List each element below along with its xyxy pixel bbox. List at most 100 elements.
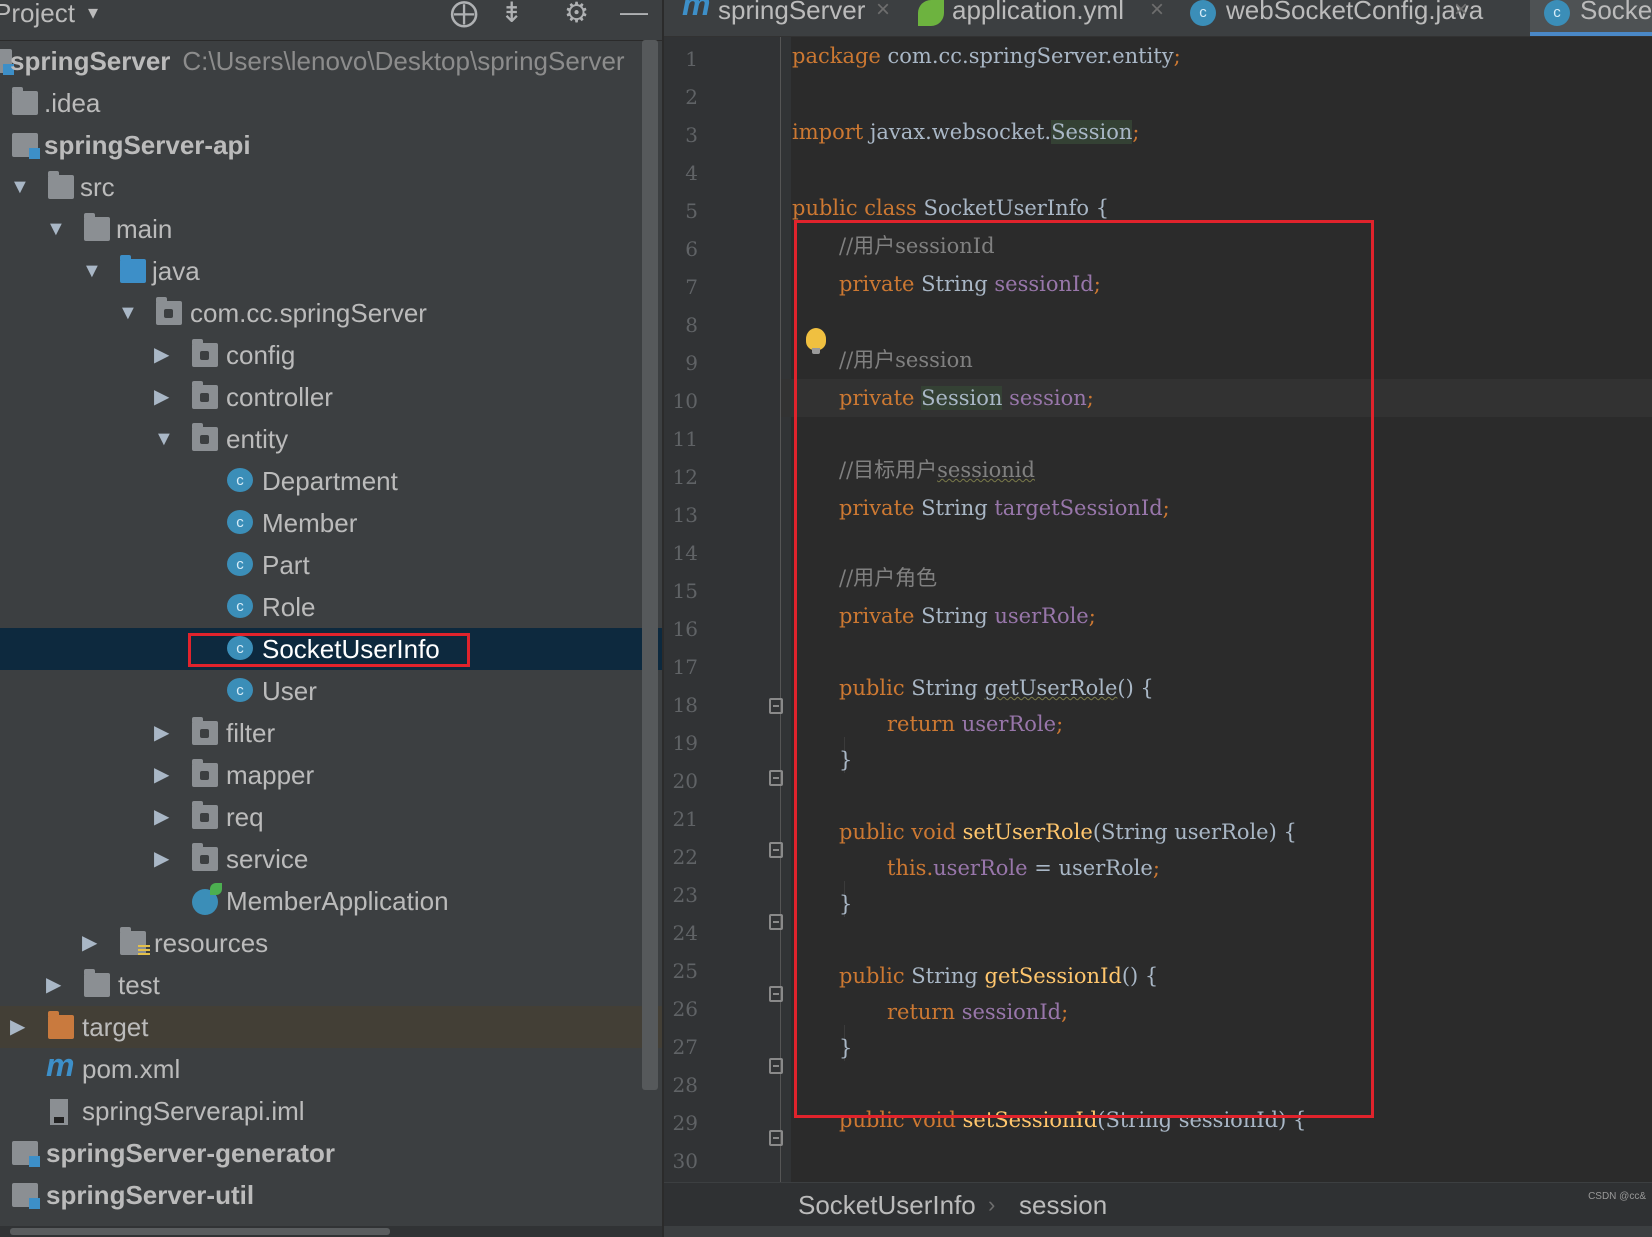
tab-application-yml[interactable]: application.yml × (904, 0, 1168, 36)
expanded-arrow-icon[interactable]: ▼ (46, 208, 66, 250)
tree-node-main[interactable]: ▼ main (0, 208, 662, 250)
tree-node-service[interactable]: ▶ service (0, 838, 662, 880)
collapsed-arrow-icon[interactable]: ▶ (154, 796, 169, 838)
tree-node-label: springServer-util (46, 1174, 254, 1216)
collapse-all-icon[interactable]: ⇟ (500, 0, 523, 29)
line-number: 13 (664, 496, 698, 534)
close-icon[interactable]: × (1150, 0, 1164, 22)
line-number: 7 (664, 268, 698, 306)
line-number: 21 (664, 800, 698, 838)
expanded-arrow-icon[interactable]: ▼ (10, 166, 30, 208)
project-panel-header: Project ▾ ⨁ ⇟ ⚙ — (0, 0, 662, 41)
collapsed-arrow-icon[interactable]: ▶ (154, 838, 169, 880)
hide-panel-icon[interactable]: — (620, 0, 648, 28)
tree-node-java[interactable]: ▼ java (0, 250, 662, 292)
code-line-1: package com.cc.springServer.entity; (792, 37, 1181, 75)
fold-marker-icon[interactable] (769, 770, 783, 786)
close-icon[interactable]: × (876, 0, 890, 22)
tree-node-test[interactable]: ▶ test (0, 964, 662, 1006)
tree-node-package-root[interactable]: ▼ com.cc.springServer (0, 292, 662, 334)
tree-node-label: springServer-api (44, 124, 251, 166)
line-number: 15 (664, 572, 698, 610)
project-vertical-scrollbar[interactable] (642, 40, 658, 1090)
line-number: 9 (664, 344, 698, 382)
fold-marker-icon[interactable] (769, 1130, 783, 1146)
spring-boot-app-icon (192, 889, 218, 915)
tab-label: springServer (718, 0, 865, 22)
class-icon: c (227, 468, 253, 492)
fold-marker-icon[interactable] (769, 986, 783, 1002)
expanded-arrow-icon[interactable]: ▼ (154, 418, 174, 460)
collapsed-arrow-icon[interactable]: ▶ (154, 334, 169, 376)
collapsed-arrow-icon[interactable]: ▶ (154, 712, 169, 754)
tree-node-label: springServer-generator (46, 1132, 335, 1174)
tree-node-root[interactable]: springServerC:\Users\lenovo\Desktop\spri… (0, 40, 662, 82)
tab-socketuserinfo-active[interactable]: c Socke (1530, 0, 1652, 36)
module-icon (12, 1141, 38, 1165)
tree-node-src[interactable]: ▼ src (0, 166, 662, 208)
source-folder-icon (120, 259, 146, 283)
view-dropdown-icon[interactable]: ▾ (88, 0, 98, 25)
tree-node-label: MemberApplication (226, 880, 449, 922)
line-number: 8 (664, 306, 698, 344)
editor-horizontal-scrollbar[interactable] (664, 1226, 1652, 1237)
expanded-arrow-icon[interactable]: ▼ (82, 250, 102, 292)
tree-node-mapper[interactable]: ▶ mapper (0, 754, 662, 796)
tree-node-entity[interactable]: ▼ entity (0, 418, 662, 460)
fold-marker-icon[interactable] (769, 842, 783, 858)
module-icon (12, 1183, 38, 1207)
tab-springserver[interactable]: m springServer × (664, 0, 896, 36)
tree-node-config[interactable]: ▶ config (0, 334, 662, 376)
class-icon: c (1544, 0, 1570, 26)
collapsed-arrow-icon[interactable]: ▶ (154, 376, 169, 418)
project-horizontal-scrollbar[interactable] (0, 1226, 662, 1237)
iml-file-icon (50, 1099, 68, 1125)
collapsed-arrow-icon[interactable]: ▶ (82, 922, 97, 964)
breadcrumb-member[interactable]: session (1019, 1183, 1107, 1227)
line-number: 23 (664, 876, 698, 914)
tree-node-req[interactable]: ▶ req (0, 796, 662, 838)
keyword: import (792, 120, 863, 144)
tree-node-iml[interactable]: springServerapi.iml (0, 1090, 662, 1132)
tree-node-department[interactable]: c Department (0, 460, 662, 502)
locate-file-icon[interactable]: ⨁ (450, 0, 478, 29)
line-number: 10 (664, 382, 698, 420)
tree-node-part[interactable]: c Part (0, 544, 662, 586)
gear-icon[interactable]: ⚙ (564, 0, 589, 29)
fold-marker-icon[interactable] (769, 1058, 783, 1074)
tree-node-filter[interactable]: ▶ filter (0, 712, 662, 754)
tree-node-resources[interactable]: ▶ resources (0, 922, 662, 964)
tree-node-user[interactable]: c User (0, 670, 662, 712)
code-editor[interactable]: 1 2 3 4 5 6 7 8 9 10 11 12 13 14 15 16 1… (664, 37, 1652, 1182)
collapsed-arrow-icon[interactable]: ▶ (46, 964, 61, 1006)
fold-marker-icon[interactable] (769, 698, 783, 714)
tree-node-role[interactable]: c Role (0, 586, 662, 628)
expanded-arrow-icon[interactable]: ▼ (118, 292, 138, 334)
tree-node-label: controller (226, 376, 333, 418)
tree-node-springserver-util[interactable]: springServer-util (0, 1174, 662, 1216)
line-number: 27 (664, 1028, 698, 1066)
fold-marker-icon[interactable] (769, 914, 783, 930)
line-number: 24 (664, 914, 698, 952)
collapsed-arrow-icon[interactable]: ▶ (154, 754, 169, 796)
class-icon: c (227, 552, 253, 576)
tree-node-idea[interactable]: .idea (0, 82, 662, 124)
tree-node-springserver-generator[interactable]: springServer-generator (0, 1132, 662, 1174)
line-number: 18 (664, 686, 698, 724)
tab-websocketconfig[interactable]: c webSocketConfig.java × (1176, 0, 1472, 36)
line-number: 19 (664, 724, 698, 762)
collapsed-arrow-icon[interactable]: ▶ (10, 1006, 25, 1048)
breadcrumb-class[interactable]: SocketUserInfo (798, 1183, 976, 1227)
tree-node-label: springServer (10, 46, 170, 76)
project-view-title[interactable]: Project (0, 0, 75, 29)
tree-node-member[interactable]: c Member (0, 502, 662, 544)
class-icon: c (227, 594, 253, 618)
tree-node-controller[interactable]: ▶ controller (0, 376, 662, 418)
close-icon[interactable]: × (1454, 0, 1468, 22)
tree-node-target[interactable]: ▶ target (0, 1006, 662, 1048)
package-icon (192, 343, 218, 367)
tree-node-springserver-api[interactable]: springServer-api (0, 124, 662, 166)
project-tool-window: Project ▾ ⨁ ⇟ ⚙ — springServerC:\Users\l… (0, 0, 662, 1237)
tree-node-pom[interactable]: m pom.xml (0, 1048, 662, 1090)
tree-node-memberapplication[interactable]: MemberApplication (0, 880, 662, 922)
